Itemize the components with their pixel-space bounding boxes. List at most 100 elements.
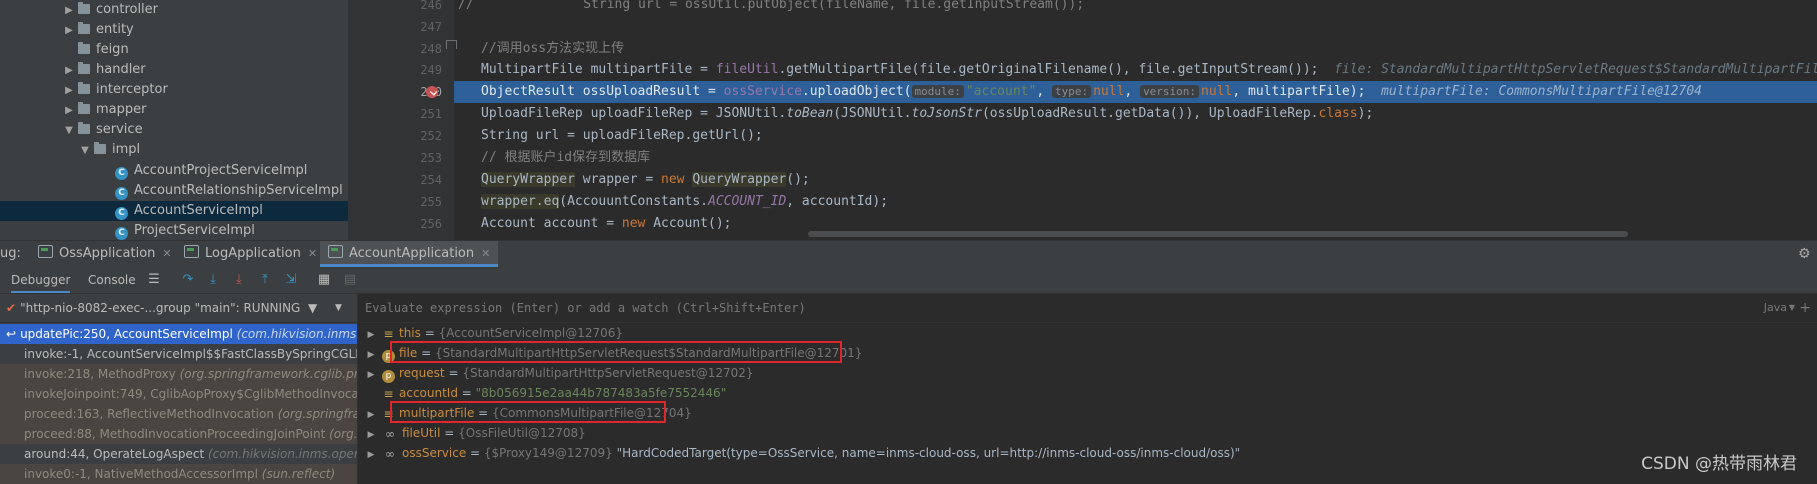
tree-item-projectserviceimpl[interactable]: C ProjectServiceImpl (115, 221, 255, 240)
line-number: 249 (420, 63, 442, 77)
variable-row[interactable]: ▶ ∞ fileUtil = {OssFileUtil@12708} (358, 423, 586, 443)
stack-frame[interactable]: invoke:-1, AccountServiceImpl$$FastClass… (0, 344, 357, 364)
step-over-icon[interactable]: ↷ (180, 272, 196, 288)
tree-item-service[interactable]: ▼ service (62, 120, 143, 140)
tree-item-impl[interactable]: ▼ impl (78, 140, 140, 160)
close-icon[interactable]: ✕ (162, 247, 171, 260)
variable-row[interactable]: ▶ p request = {StandardMultipartHttpServle… (358, 363, 754, 383)
code-line-250: ObjectResult ossUploadResult = ossServic… (481, 84, 1702, 99)
debugger-toolbar: Debugger Console ☰ ↷ ⤓ ⤓ ⤒ ⇲ ▦ ▤ (0, 267, 1817, 294)
layout-menu-icon[interactable]: ☰ (146, 272, 162, 288)
chevron-right-icon[interactable]: ▶ (62, 61, 76, 81)
debug-label: ug: (0, 246, 21, 261)
settings-gear-icon[interactable]: ⚙ (1798, 241, 1811, 267)
watch-input[interactable]: Evaluate expression (Enter) or add a wat… (358, 294, 1817, 323)
chevron-right-icon[interactable]: ▶ (62, 81, 76, 101)
chevron-right-icon[interactable]: ▶ (62, 21, 76, 41)
stack-frame[interactable]: invoke:218, MethodProxy (org.springframe… (0, 364, 357, 384)
line-number: 248 (420, 42, 442, 56)
folder-icon (78, 22, 90, 34)
tree-item-mapper[interactable]: ▶ mapper (62, 100, 146, 120)
variable-row[interactable]: ≡ accountId = "8b056915e2aa44b787483a5fe7… (358, 383, 726, 403)
tab-logapplication[interactable]: LogApplication ✕ (184, 241, 317, 267)
frames-panel: ✔ "http-nio-8082-exec-...group "main": RU… (0, 294, 358, 484)
evaluate-expression-icon[interactable]: ▦ (316, 272, 332, 288)
expand-arrow-icon[interactable]: ▶ (364, 425, 378, 445)
expand-arrow-icon[interactable]: ▶ (364, 445, 378, 465)
tree-item-entity[interactable]: ▶ entity (62, 20, 134, 40)
tab-console[interactable]: Console (88, 267, 136, 293)
class-icon: C (115, 207, 128, 220)
variable-row[interactable]: ▶ ∞ ossService = {$Proxy149@12709} "HardCo… (358, 443, 1241, 465)
stack-frame[interactable]: around:44, OperateLogAspect (com.hikvisi… (0, 444, 357, 464)
line-number: 246 (420, 0, 442, 12)
expand-arrow-icon[interactable]: ▶ (364, 345, 378, 365)
line-number: 254 (420, 173, 442, 187)
expand-arrow-icon[interactable]: ▶ (364, 405, 378, 425)
chevron-down-icon[interactable]: ▼ (62, 121, 76, 141)
breakpoint-icon[interactable] (426, 86, 438, 98)
code-editor[interactable]: 246 247 248 249 250 251 252 253 254 255 … (348, 0, 1817, 240)
stack-frame[interactable]: invoke0:-1, NativeMethodAccessorImpl (su… (0, 464, 357, 484)
tree-item-accountserviceimpl[interactable]: C AccountServiceImpl (0, 201, 348, 221)
glasses-icon: ∞ (385, 427, 395, 441)
code-line-252: String url = uploadFileRep.getUrl(); (481, 128, 763, 143)
trace-icon[interactable]: ▤ (342, 272, 358, 288)
step-into-icon[interactable]: ⤓ (205, 272, 221, 288)
line-number: 255 (420, 195, 442, 209)
class-icon: C (115, 167, 128, 180)
tab-accountapplication[interactable]: AccountApplication ✕ (320, 241, 499, 267)
chevron-down-icon[interactable]: ▼ (335, 294, 342, 322)
folder-icon (78, 122, 90, 134)
line-number: 251 (420, 107, 442, 121)
code-line-255: wrapper.eq(AccouuntConstants.ACCOUNT_ID,… (481, 194, 889, 209)
language-selector[interactable]: Java (1764, 294, 1787, 322)
force-step-into-icon[interactable]: ⤓ (231, 272, 247, 288)
fold-marker-icon[interactable] (446, 40, 457, 49)
code-line-251: UploadFileRep uploadFileRep = JSONUtil.t… (481, 106, 1374, 121)
chevron-right-icon[interactable]: ▶ (62, 101, 76, 121)
expand-arrow-icon[interactable]: ▶ (364, 365, 378, 385)
stack-frame[interactable]: ↩ updatePic:250, AccountServiceImpl (com.… (0, 324, 357, 344)
add-watch-icon[interactable]: + (1799, 294, 1811, 322)
stack-frame[interactable]: proceed:163, ReflectiveMethodInvocation … (0, 404, 357, 424)
class-icon: C (115, 227, 128, 240)
check-icon: ✔ (6, 301, 17, 315)
tree-item-accountprojectserviceimpl[interactable]: C AccountProjectServiceImpl (115, 161, 307, 181)
tree-item-interceptor[interactable]: ▶ interceptor (62, 80, 168, 100)
line-number: 252 (420, 129, 442, 143)
chevron-down-icon[interactable]: ▼ (1789, 294, 1795, 322)
application-icon (38, 245, 53, 258)
stack-frame[interactable]: invokeJoinpoint:749, CglibAopProxy$Cglib… (0, 384, 357, 404)
run-to-cursor-icon[interactable]: ⇲ (283, 272, 299, 288)
step-out-icon[interactable]: ⤒ (257, 272, 273, 288)
parameter-icon: p (382, 370, 395, 383)
expand-arrow-icon[interactable]: ▶ (364, 325, 378, 345)
annotation-box-multipartfile (390, 401, 666, 423)
horizontal-scrollbar[interactable] (808, 231, 1628, 237)
variables-panel: Evaluate expression (Enter) or add a wat… (358, 294, 1817, 484)
application-icon (184, 245, 199, 258)
tab-debugger[interactable]: Debugger (11, 267, 71, 293)
field-icon: ≡ (383, 387, 394, 401)
tree-item-feign[interactable]: feign (62, 40, 129, 60)
watermark: CSDN @热带雨林君 (1641, 454, 1797, 474)
variable-row[interactable]: ▶ ≡ this = {AccountServiceImpl@12706} (358, 323, 624, 345)
chevron-right-icon[interactable]: ▶ (62, 1, 76, 21)
tree-item-accountrelationshipserviceimpl[interactable]: C AccountRelationshipServiceImpl (115, 181, 343, 201)
stack-frame[interactable]: proceed:88, MethodInvocationProceedingJo… (0, 424, 357, 444)
chevron-down-icon[interactable]: ▼ (78, 141, 92, 161)
code-line-254: QueryWrapper wrapper = new QueryWrapper(… (481, 172, 810, 187)
close-icon[interactable]: ✕ (308, 247, 317, 260)
thread-selector[interactable]: ✔ "http-nio-8082-exec-...group "main": RU… (0, 294, 357, 323)
tree-item-handler[interactable]: ▶ handler (62, 60, 146, 80)
annotation-box-file (390, 341, 842, 363)
tab-ossapplication[interactable]: OssApplication ✕ (38, 241, 172, 267)
filter-icon[interactable]: ▼ (308, 294, 317, 322)
field-icon: ≡ (383, 327, 394, 341)
folder-icon (78, 2, 90, 14)
close-icon[interactable]: ✕ (481, 247, 490, 260)
editor-gutter[interactable]: 246 247 248 249 250 251 252 253 254 255 … (348, 0, 454, 240)
tree-item-controller[interactable]: ▶ controller (62, 0, 158, 20)
return-arrow-icon: ↩ (6, 327, 17, 341)
